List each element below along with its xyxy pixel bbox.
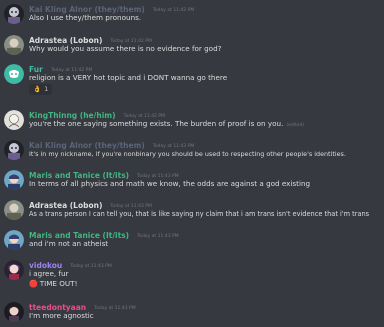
reaction-button[interactable]: 👌 1 — [29, 84, 53, 95]
cartoon-avatar-icon — [4, 230, 24, 250]
message-text: Also I use they/them pronouns. — [29, 13, 142, 22]
ok-hand-emoji-icon: 👌 — [33, 85, 42, 93]
message-text: you're the one saying something exists. … — [29, 119, 305, 128]
user-avatar[interactable] — [4, 64, 24, 84]
discord-default-avatar-icon — [4, 64, 24, 84]
user-avatar[interactable] — [4, 35, 24, 55]
chat-message: Kai Kling Alnor (they/them) Today at 11:… — [0, 138, 384, 164]
user-avatar[interactable] — [4, 4, 24, 24]
chat-message: Adrastea (Lobon) Today at 11:42 PM Why w… — [0, 33, 384, 59]
chat-message: Maris and Tanice (It/its) Today at 11:43… — [0, 228, 384, 254]
user-avatar[interactable] — [4, 140, 24, 160]
message-text: Why would you assume there is no evidenc… — [29, 44, 222, 53]
chat-message-list[interactable]: Kai Kling Alnor (they/them) Today at 11:… — [0, 0, 384, 327]
chat-message: tteedontyaan Today at 11:43 PM I'm more … — [0, 300, 384, 326]
timeout-emoji-icon: 🛑 — [29, 280, 38, 288]
message-timestamp: Today at 11:43 PM — [94, 306, 136, 311]
user-avatar[interactable] — [4, 260, 24, 280]
user-avatar[interactable] — [4, 302, 24, 322]
drawn-avatar-icon — [4, 110, 24, 130]
anime-avatar-icon — [4, 302, 24, 322]
message-text: i agree, fur — [29, 269, 69, 278]
cartoon-avatar-icon — [4, 4, 24, 24]
message-text: In terms of all physics and math we know… — [29, 179, 311, 188]
message-text: It's in my nickname, if you're nonbinary… — [29, 150, 346, 158]
message-text: As a trans person I can tell you, that i… — [29, 210, 370, 218]
user-avatar[interactable] — [4, 230, 24, 250]
photo-avatar-icon — [4, 200, 24, 220]
message-text: and i'm not an atheist — [29, 239, 109, 248]
message-timestamp: Today at 11:43 PM — [137, 234, 179, 239]
message-text: 🛑 TIME OUT! — [29, 279, 78, 288]
user-avatar[interactable] — [4, 200, 24, 220]
chat-message: vidokou Today at 11:43 PM i agree, fur 🛑… — [0, 258, 384, 294]
chat-message: KingThinng (he/him) Today at 11:42 PM yo… — [0, 108, 384, 134]
chat-message: Adrastea (Lobon) Today at 11:43 PM As a … — [0, 198, 384, 224]
message-text: I'm more agnostic — [29, 311, 94, 320]
cartoon-avatar-icon — [4, 140, 24, 160]
chat-message: Fur Today at 11:42 PM religion is a VERY… — [0, 62, 384, 98]
reaction-count: 1 — [44, 85, 49, 93]
message-timestamp: Today at 11:42 PM — [152, 8, 195, 13]
cartoon-avatar-icon — [4, 170, 24, 190]
user-avatar[interactable] — [4, 170, 24, 190]
user-avatar[interactable] — [4, 110, 24, 130]
chat-message: Kai Kling Alnor (they/them) Today at 11:… — [0, 2, 384, 28]
anime-avatar-icon — [4, 260, 24, 280]
edited-tag: (edited) — [286, 123, 305, 128]
message-timestamp: Today at 11:43 PM — [70, 264, 112, 269]
photo-avatar-icon — [4, 35, 24, 55]
message-text: religion is a VERY hot topic and i DONT … — [29, 73, 228, 82]
chat-message: Maris and Tanice (It/its) Today at 11:43… — [0, 168, 384, 194]
